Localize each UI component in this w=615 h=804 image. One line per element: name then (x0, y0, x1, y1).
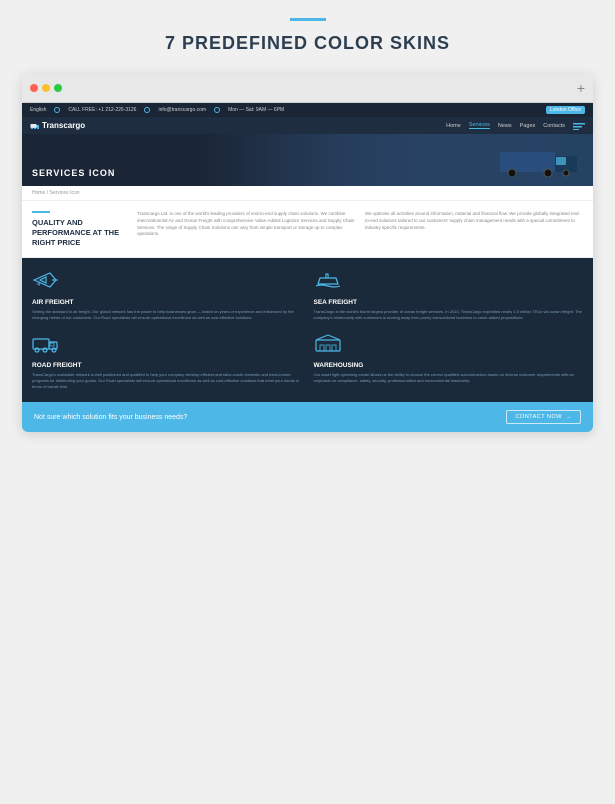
page-wrapper: 7 PREDEFINED COLOR SKINS + English CALL … (0, 0, 615, 432)
topbar-lang[interactable]: English (30, 107, 46, 113)
service-sea: SEA FREIGHT TransCargo is the world's fo… (314, 270, 584, 321)
nav-services[interactable]: Services (469, 122, 490, 129)
services-grid: AIR FREIGHT Setting the standard in air … (32, 270, 583, 390)
breadcrumb-path: Home / Services Icon (32, 190, 80, 196)
topbar-left: English CALL FREE: +1 212-226-3126 info@… (30, 107, 284, 113)
site-nav-links: Home Services News Pages Contacts (446, 122, 585, 130)
service-air: AIR FREIGHT Setting the standard in air … (32, 270, 302, 321)
hero-text: SERVICES ICON (32, 168, 115, 178)
nav-news[interactable]: News (498, 123, 512, 129)
topbar-phone-icon (54, 107, 60, 113)
air-title: AIR FREIGHT (32, 299, 302, 306)
cta-button-label: CONTACT NOW (515, 414, 562, 420)
dot-yellow[interactable] (42, 84, 50, 92)
site-navbar: Transcargo Home Services News Pages Cont… (22, 117, 593, 134)
browser-mockup: + English CALL FREE: +1 212-226-3126 inf… (22, 74, 593, 432)
quality-text1: Transcargo Ltd. is one of the world's le… (137, 211, 355, 238)
site-topbar: English CALL FREE: +1 212-226-3126 info@… (22, 103, 593, 117)
topbar-email-icon (144, 107, 150, 113)
air-text: Setting the standard in air freight. Our… (32, 309, 302, 321)
plane-icon (32, 270, 60, 290)
quality-title: QUALITY AND PERFORMANCE AT THE RIGHT PRI… (32, 218, 127, 247)
warehouse-title: WAREHOUSING (314, 362, 584, 369)
london-btn[interactable]: London Office (546, 106, 585, 114)
service-warehouse: WAREHOUSING Our asset light operating mo… (314, 333, 584, 390)
service-road: ROAD FREIGHT TransCargo's worldwide netw… (32, 333, 302, 390)
topbar-hours: Mon — Sat: 9AM — 6PM (228, 107, 284, 113)
warehouse-icon (314, 333, 342, 353)
sea-text: TransCargo is the world's fourth largest… (314, 309, 584, 321)
site-breadcrumb: Home / Services Icon (22, 186, 593, 201)
top-divider (290, 18, 326, 21)
dot-red[interactable] (30, 84, 38, 92)
main-title: 7 PREDEFINED COLOR SKINS (0, 33, 615, 54)
site-hero: SERVICES ICON (22, 134, 593, 186)
road-text: TransCargo's worldwide network is well p… (32, 372, 302, 390)
hero-truck-svg (498, 142, 588, 177)
quality-accent (32, 211, 50, 213)
browser-dots (30, 84, 62, 92)
topbar-phone: CALL FREE: +1 212-226-3126 (68, 107, 136, 113)
logo-text: Transcargo (42, 121, 85, 130)
nav-pages[interactable]: Pages (520, 123, 536, 129)
warehouse-text: Our asset light operating model allows u… (314, 372, 584, 384)
browser-chrome: + (22, 74, 593, 103)
top-section: 7 PREDEFINED COLOR SKINS (0, 0, 615, 64)
cta-button[interactable]: CONTACT NOW → (506, 410, 581, 424)
road-title: ROAD FREIGHT (32, 362, 302, 369)
cta-text: Not sure which solution fits your busine… (34, 414, 187, 421)
quality-section: QUALITY AND PERFORMANCE AT THE RIGHT PRI… (22, 201, 593, 258)
nav-home[interactable]: Home (446, 123, 461, 129)
cta-arrow-icon: → (566, 414, 572, 420)
logo-svg (30, 122, 40, 129)
nav-contacts[interactable]: Contacts (543, 123, 565, 129)
quality-left: QUALITY AND PERFORMANCE AT THE RIGHT PRI… (32, 211, 127, 247)
truck-icon (32, 333, 60, 353)
cta-bar: Not sure which solution fits your busine… (22, 402, 593, 432)
browser-plus-icon[interactable]: + (577, 80, 585, 96)
site-logo: Transcargo (30, 121, 85, 130)
topbar-hours-icon (214, 107, 220, 113)
dot-green[interactable] (54, 84, 62, 92)
quality-text2: We optimise all activities around inform… (365, 211, 583, 231)
topbar-email: info@transcargo.com (158, 107, 206, 113)
quality-middle: Transcargo Ltd. is one of the world's le… (137, 211, 355, 247)
quality-right: We optimise all activities around inform… (365, 211, 583, 247)
topbar-right: London Office (546, 106, 585, 114)
services-section: AIR FREIGHT Setting the standard in air … (22, 258, 593, 402)
sea-title: SEA FREIGHT (314, 299, 584, 306)
nav-icon (573, 122, 585, 130)
ship-icon (314, 270, 342, 290)
